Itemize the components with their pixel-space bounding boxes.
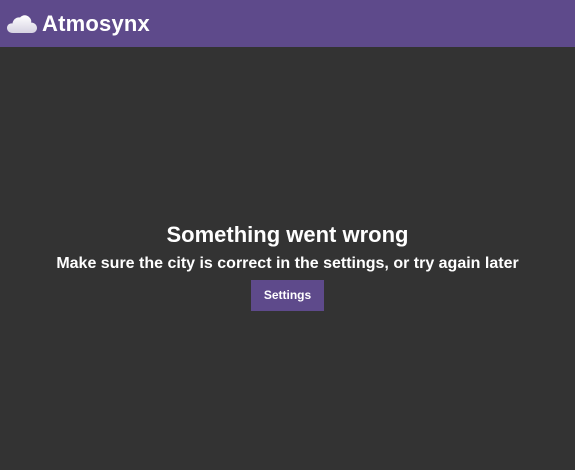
cloud-icon bbox=[6, 13, 38, 35]
error-title: Something went wrong bbox=[166, 222, 409, 247]
error-message: Make sure the city is correct in the set… bbox=[56, 255, 519, 272]
error-panel: Something went wrong Make sure the city … bbox=[0, 221, 575, 311]
app-header: Atmosynx bbox=[0, 0, 575, 47]
app-title: Atmosynx bbox=[42, 10, 150, 36]
settings-button[interactable]: Settings bbox=[250, 280, 325, 311]
